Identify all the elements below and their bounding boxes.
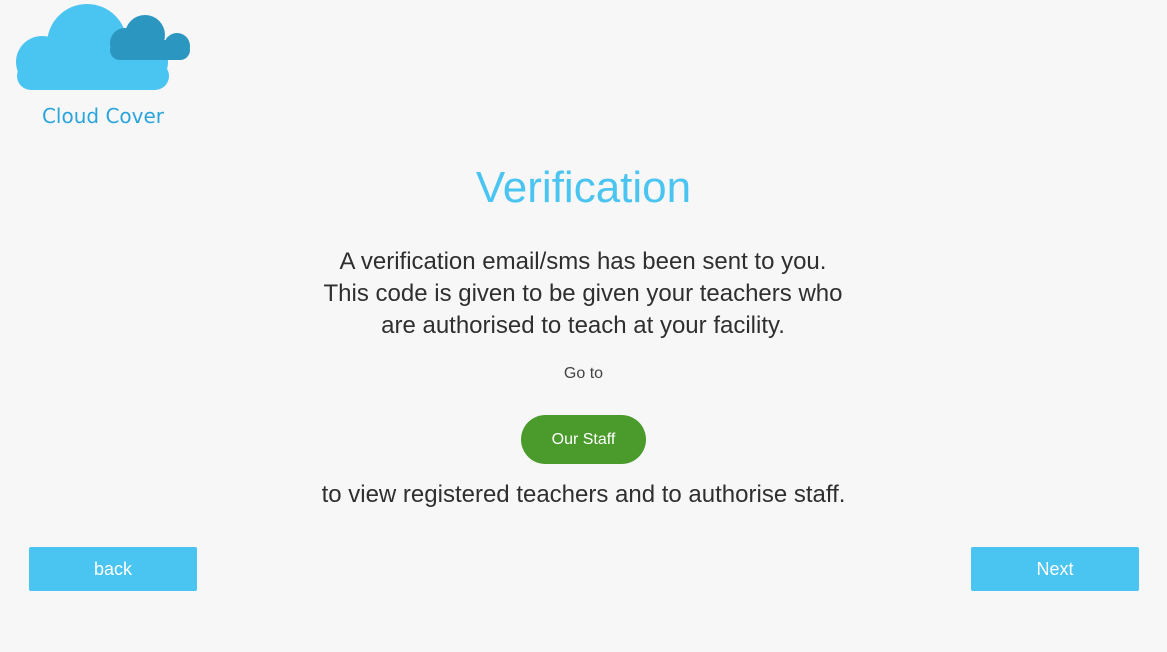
back-button[interactable]: back: [29, 547, 197, 591]
message-line: A verification email/sms has been sent t…: [339, 248, 827, 275]
message-line: This code is given to be given your teac…: [323, 280, 843, 307]
next-button[interactable]: Next: [971, 547, 1139, 591]
message-line: are authorised to teach at your facility…: [381, 312, 785, 339]
our-staff-button[interactable]: Our Staff: [521, 415, 646, 464]
page-title: Verification: [475, 163, 692, 212]
verification-message: A verification email/sms has been sent t…: [283, 246, 883, 342]
footer-text: to view registered teachers and to autho…: [321, 481, 846, 508]
logo: Cloud Cover: [12, 0, 197, 135]
cloud-logo-icon: [16, 4, 190, 90]
logo-text: Cloud Cover: [41, 104, 165, 128]
goto-label: Go to: [563, 365, 604, 382]
